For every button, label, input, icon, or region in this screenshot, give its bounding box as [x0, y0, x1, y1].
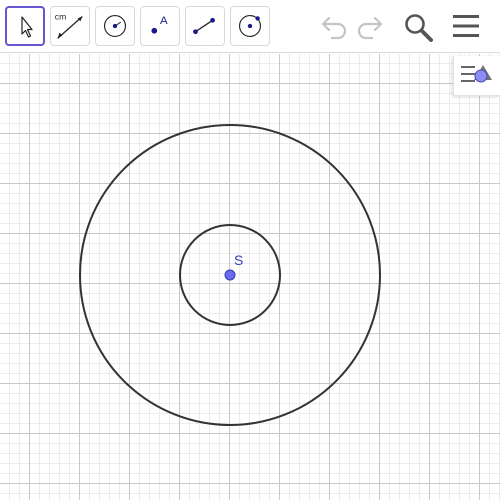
algebra-view-icon	[461, 65, 492, 83]
menu-icon	[453, 15, 479, 37]
undo-button[interactable]	[318, 12, 350, 40]
segment-tool-icon	[193, 17, 215, 35]
circle-point-tool-button[interactable]	[230, 6, 270, 46]
circle-point-icon	[238, 14, 262, 38]
cursor-arrow-icon	[21, 16, 33, 38]
point-s[interactable]	[224, 269, 236, 281]
point-tool-icon: A	[151, 15, 168, 34]
toolbar: cm A	[0, 0, 500, 53]
search-button[interactable]	[402, 11, 434, 43]
search-icon	[405, 14, 433, 42]
menu-button[interactable]	[450, 12, 482, 40]
graphics-view[interactable]	[0, 54, 500, 500]
undo-icon	[321, 16, 347, 40]
move-tool-button[interactable]	[5, 6, 45, 46]
distance-tool-button[interactable]: cm	[50, 6, 90, 46]
circle-center-tool-button[interactable]	[95, 6, 135, 46]
segment-tool-button[interactable]	[185, 6, 225, 46]
distance-measure-icon: cm	[55, 11, 83, 39]
redo-icon	[357, 16, 383, 40]
point-tool-button[interactable]: A	[140, 6, 180, 46]
redo-button[interactable]	[354, 12, 386, 40]
point-tool-label: A	[160, 15, 168, 27]
point-s-label: S	[234, 252, 244, 268]
graphics-layer	[79, 124, 381, 426]
distance-tool-label: cm	[55, 11, 66, 21]
circle-center-icon	[103, 14, 127, 38]
algebra-view-toggle[interactable]	[453, 56, 500, 96]
